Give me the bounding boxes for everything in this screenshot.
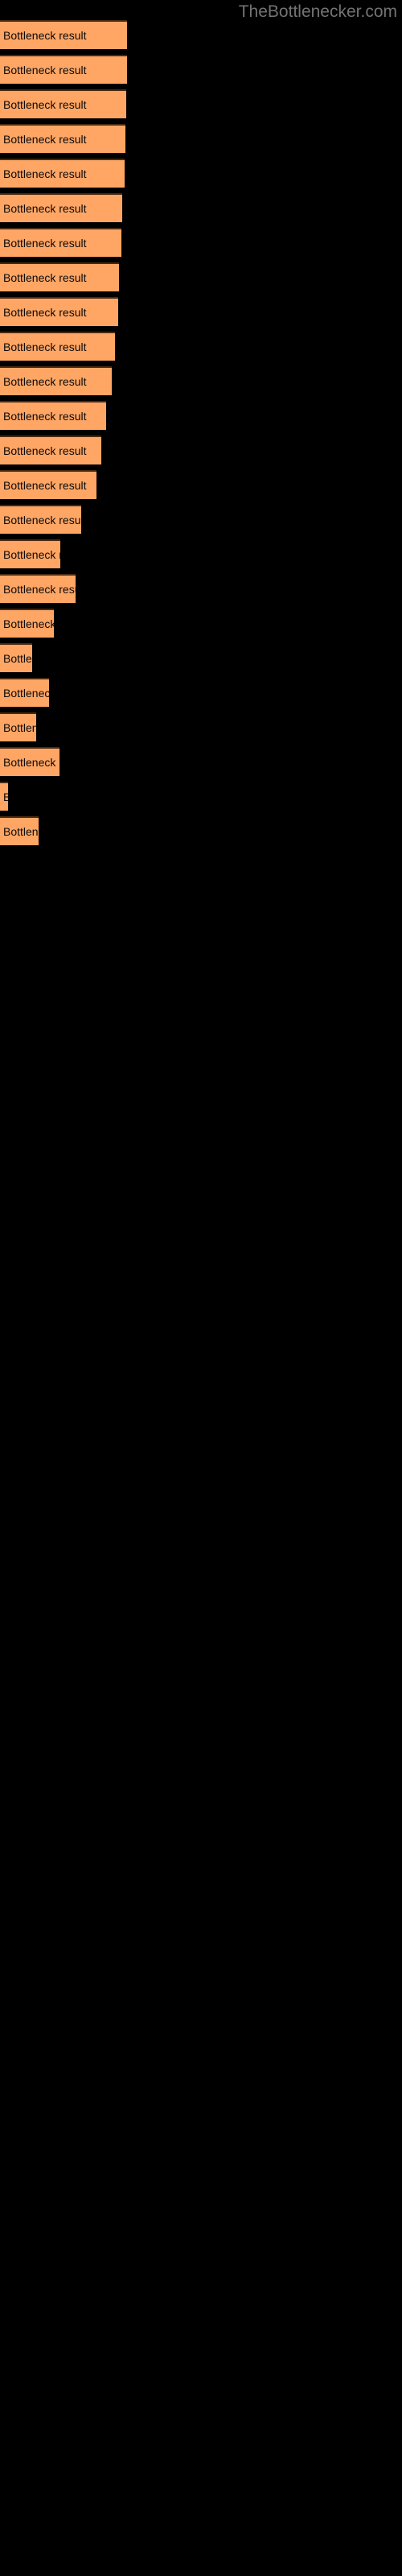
bottleneck-result-bar[interactable]: Bottleneck result bbox=[0, 55, 127, 84]
bar-label: Bottleneck result bbox=[3, 479, 87, 492]
bottleneck-result-bar[interactable]: Bottleneck result bbox=[0, 228, 121, 257]
bar-label: Bottleneck result bbox=[3, 64, 87, 76]
bar-label: Bottleneck result bbox=[3, 98, 87, 111]
bar-label: Bottleneck result bbox=[3, 825, 39, 838]
bottleneck-result-bar[interactable]: Bottleneck result bbox=[0, 816, 39, 845]
bar-label: Bottleneck result bbox=[3, 791, 8, 803]
bar-label: Bottleneck result bbox=[3, 444, 87, 457]
bar-label: Bottleneck result bbox=[3, 756, 59, 769]
bottleneck-result-bar[interactable]: Bottleneck result bbox=[0, 643, 32, 672]
bar-label: Bottleneck result bbox=[3, 548, 60, 561]
bottleneck-result-bar[interactable]: Bottleneck result bbox=[0, 782, 8, 811]
bar-label: Bottleneck result bbox=[3, 167, 87, 180]
bar-label: Bottleneck result bbox=[3, 29, 87, 42]
bottleneck-result-bar[interactable]: Bottleneck result bbox=[0, 539, 60, 568]
bar-label: Bottleneck result bbox=[3, 410, 87, 423]
bottleneck-result-bar[interactable]: Bottleneck result bbox=[0, 574, 76, 603]
site-watermark-title: TheBottlenecker.com bbox=[238, 2, 397, 21]
bar-label: Bottleneck result bbox=[3, 617, 54, 630]
bottleneck-result-bar[interactable]: Bottleneck result bbox=[0, 159, 125, 188]
bar-label: Bottleneck result bbox=[3, 652, 32, 665]
bottleneck-result-bar[interactable]: Bottleneck result bbox=[0, 89, 126, 118]
bar-label: Bottleneck result bbox=[3, 514, 81, 526]
bottleneck-result-bar[interactable]: Bottleneck result bbox=[0, 124, 125, 153]
bar-label: Bottleneck result bbox=[3, 583, 76, 596]
bottleneck-result-bar[interactable]: Bottleneck result bbox=[0, 678, 49, 707]
bar-label: Bottleneck result bbox=[3, 237, 87, 250]
bottleneck-result-bar[interactable]: Bottleneck result bbox=[0, 505, 81, 534]
bottleneck-result-bar[interactable]: Bottleneck result bbox=[0, 332, 115, 361]
bottleneck-result-bar[interactable]: Bottleneck result bbox=[0, 366, 112, 395]
bottleneck-result-bar[interactable]: Bottleneck result bbox=[0, 470, 96, 499]
bottleneck-result-bar[interactable]: Bottleneck result bbox=[0, 193, 122, 222]
bottleneck-result-bar[interactable]: Bottleneck result bbox=[0, 20, 127, 49]
bar-label: Bottleneck result bbox=[3, 375, 87, 388]
bottleneck-result-bar[interactable]: Bottleneck result bbox=[0, 747, 59, 776]
bar-label: Bottleneck result bbox=[3, 306, 87, 319]
bottleneck-result-bar[interactable]: Bottleneck result bbox=[0, 436, 101, 464]
bottleneck-result-bar[interactable]: Bottleneck result bbox=[0, 297, 118, 326]
bar-label: Bottleneck result bbox=[3, 341, 87, 353]
bar-label: Bottleneck result bbox=[3, 721, 36, 734]
bar-label: Bottleneck result bbox=[3, 687, 49, 700]
bottleneck-result-bar[interactable]: Bottleneck result bbox=[0, 262, 119, 291]
bottleneck-bar-chart: Bottleneck result Bottleneck result Bottle… bbox=[0, 0, 402, 2576]
bottleneck-result-bar[interactable]: Bottleneck result bbox=[0, 712, 36, 741]
bar-label: Bottleneck result bbox=[3, 202, 87, 215]
bar-label: Bottleneck result bbox=[3, 133, 87, 146]
bottleneck-result-bar[interactable]: Bottleneck result bbox=[0, 401, 106, 430]
bottleneck-result-bar[interactable]: Bottleneck result bbox=[0, 609, 54, 638]
bar-label: Bottleneck result bbox=[3, 271, 87, 284]
